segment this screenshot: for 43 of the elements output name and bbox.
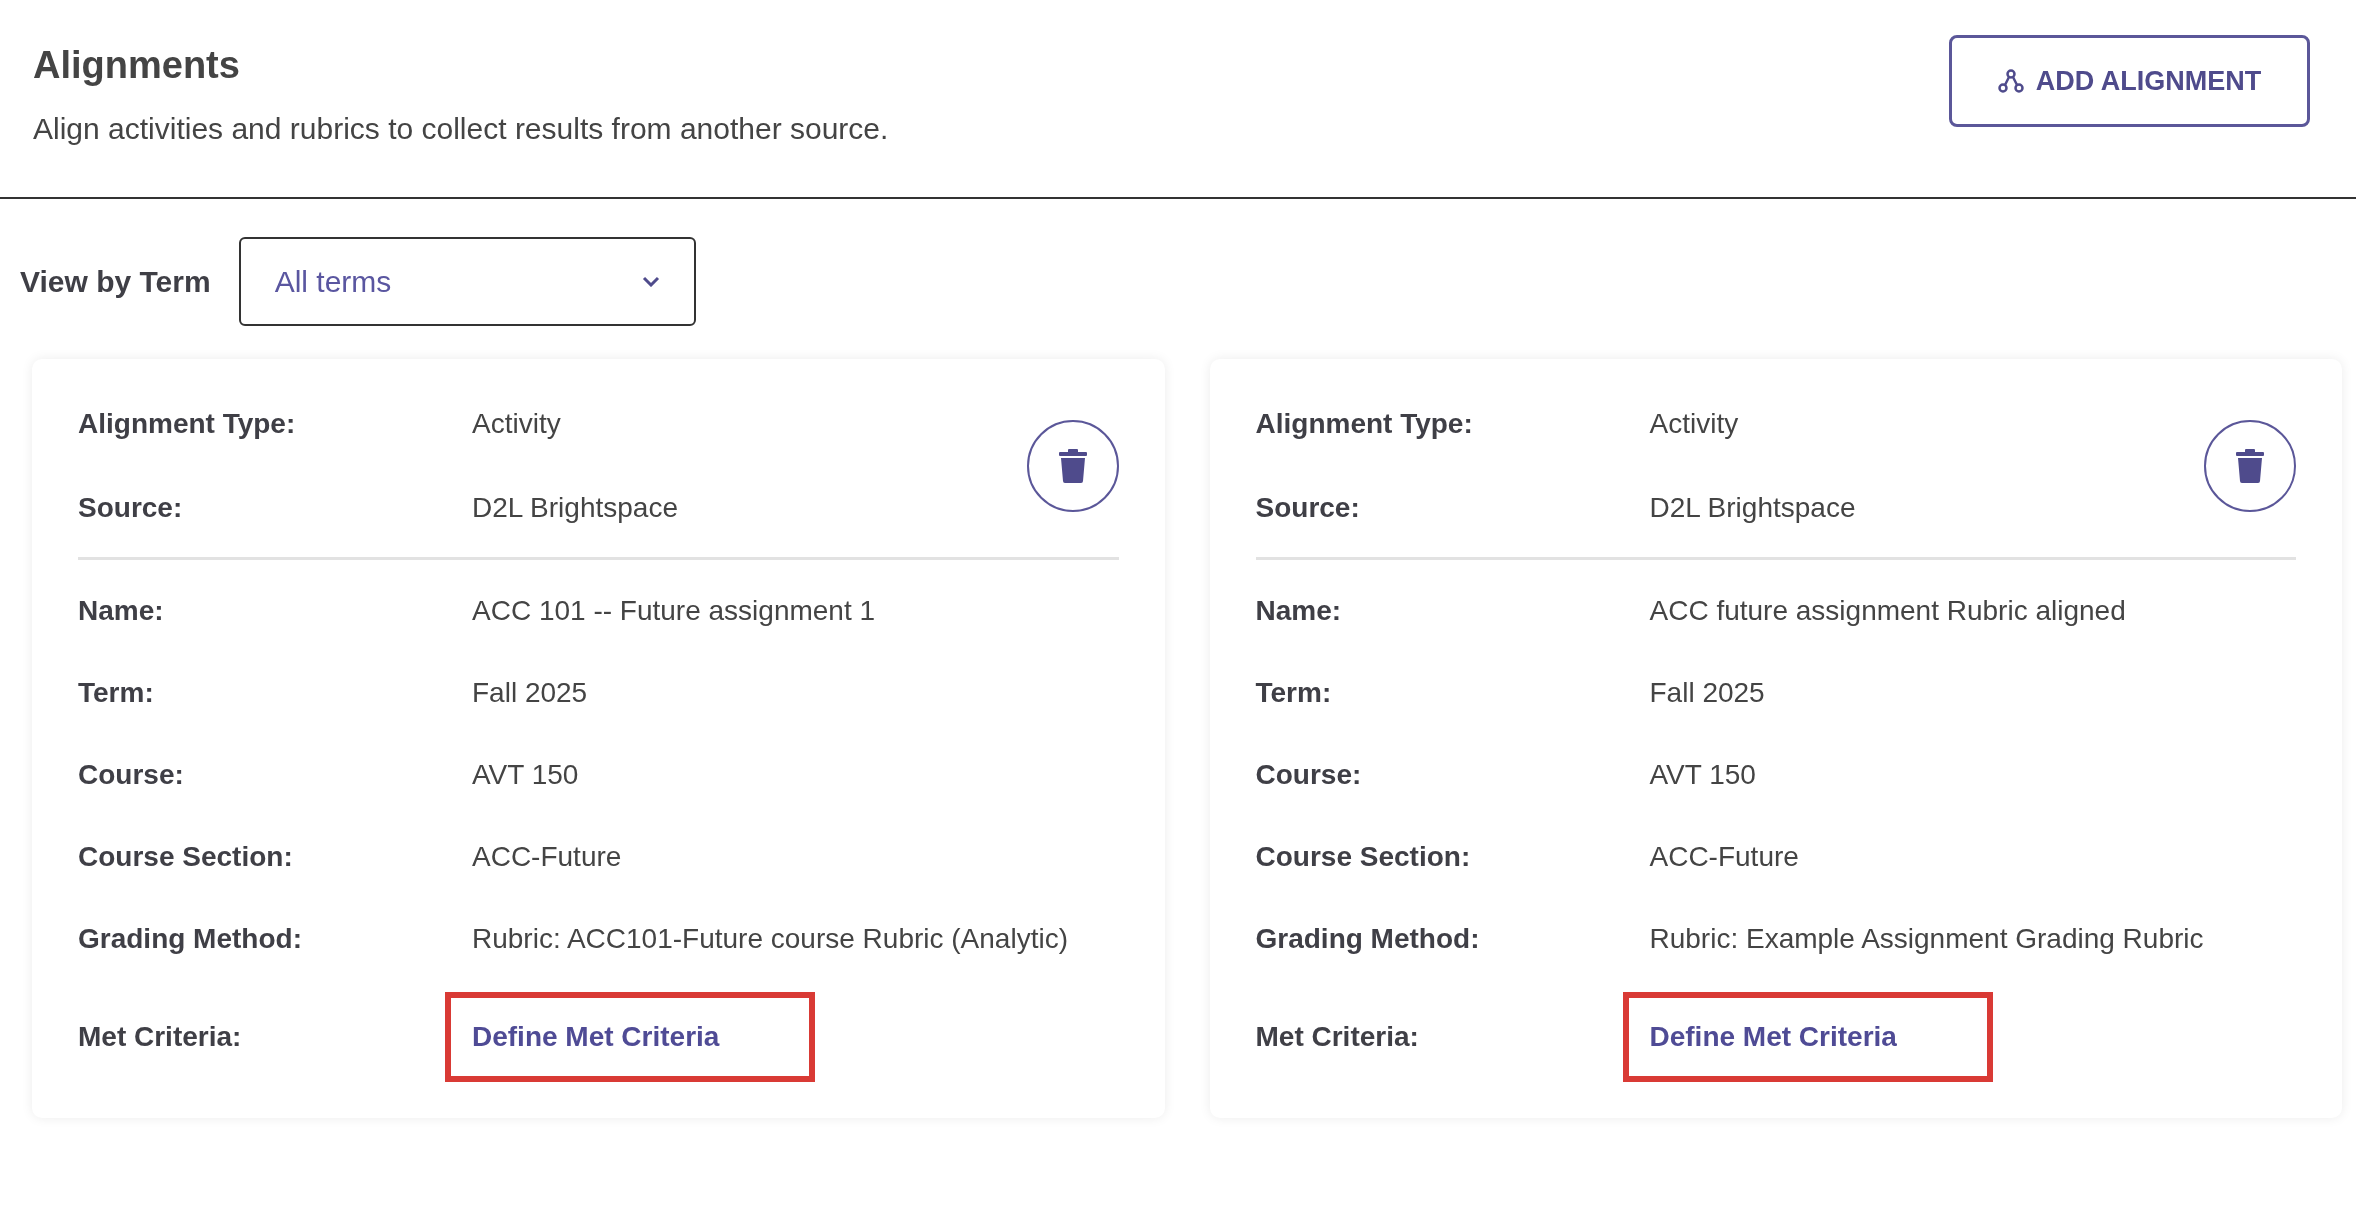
field-value: ACC-Future	[472, 840, 622, 874]
field-label: Grading Method:	[1255, 922, 1481, 956]
add-alignment-button[interactable]: ADD ALIGNMENT	[1949, 35, 2310, 127]
field-label: Alignment Type:	[78, 407, 297, 441]
field-value: D2L Brightspace	[1649, 491, 1856, 525]
define-met-criteria-link[interactable]: Define Met Criteria	[472, 1021, 720, 1052]
field-label: Met Criteria:	[78, 1020, 243, 1054]
field-value: AVT 150	[1649, 758, 1756, 792]
nodes-icon	[1997, 69, 2024, 93]
page-title: Alignments	[33, 43, 241, 88]
delete-button[interactable]	[2204, 420, 2296, 512]
field-label: Course:	[1255, 758, 1363, 792]
field-value: AVT 150	[472, 758, 579, 792]
page-subtitle: Align activities and rubrics to collect results from another source.	[33, 111, 889, 147]
field-label: Course Section:	[1255, 840, 1472, 874]
field-label: Met Criteria:	[1255, 1020, 1420, 1054]
field-value: Activity	[1649, 407, 1739, 441]
field-label: Course Section:	[78, 840, 294, 874]
field-label: Source:	[78, 491, 184, 525]
field-label: Course:	[78, 758, 185, 792]
field-value: Rubric: Example Assignment Grading Rubric	[1649, 922, 2204, 956]
term-dropdown[interactable]: All terms	[238, 237, 696, 326]
field-value: ACC future assignment Rubric aligned	[1649, 594, 2126, 628]
field-value: D2L Brightspace	[472, 491, 678, 525]
trash-icon	[2236, 449, 2264, 483]
field-value: Fall 2025	[1649, 676, 1765, 710]
field-label: Term:	[78, 676, 155, 710]
field-value: ACC 101 -- Future assignment 1	[472, 594, 876, 628]
field-value: Activity	[472, 407, 561, 441]
field-label: Alignment Type:	[1255, 407, 1474, 441]
field-label: Name:	[78, 594, 165, 628]
field-value: Fall 2025	[472, 676, 588, 710]
field-value: Rubric: ACC101-Future course Rubric (Analytic)	[472, 922, 1068, 956]
trash-icon	[1058, 449, 1087, 483]
field-label: Term:	[1255, 676, 1333, 710]
field-label: Source:	[1255, 491, 1361, 525]
field-label: Name:	[1255, 594, 1343, 628]
filter-label: View by Term	[20, 264, 211, 300]
chevron-down-icon	[641, 276, 660, 287]
field-value: ACC-Future	[1649, 840, 1799, 874]
define-met-criteria-link[interactable]: Define Met Criteria	[1649, 1021, 1897, 1052]
delete-button[interactable]	[1026, 420, 1119, 512]
field-label: Grading Method:	[78, 922, 303, 956]
